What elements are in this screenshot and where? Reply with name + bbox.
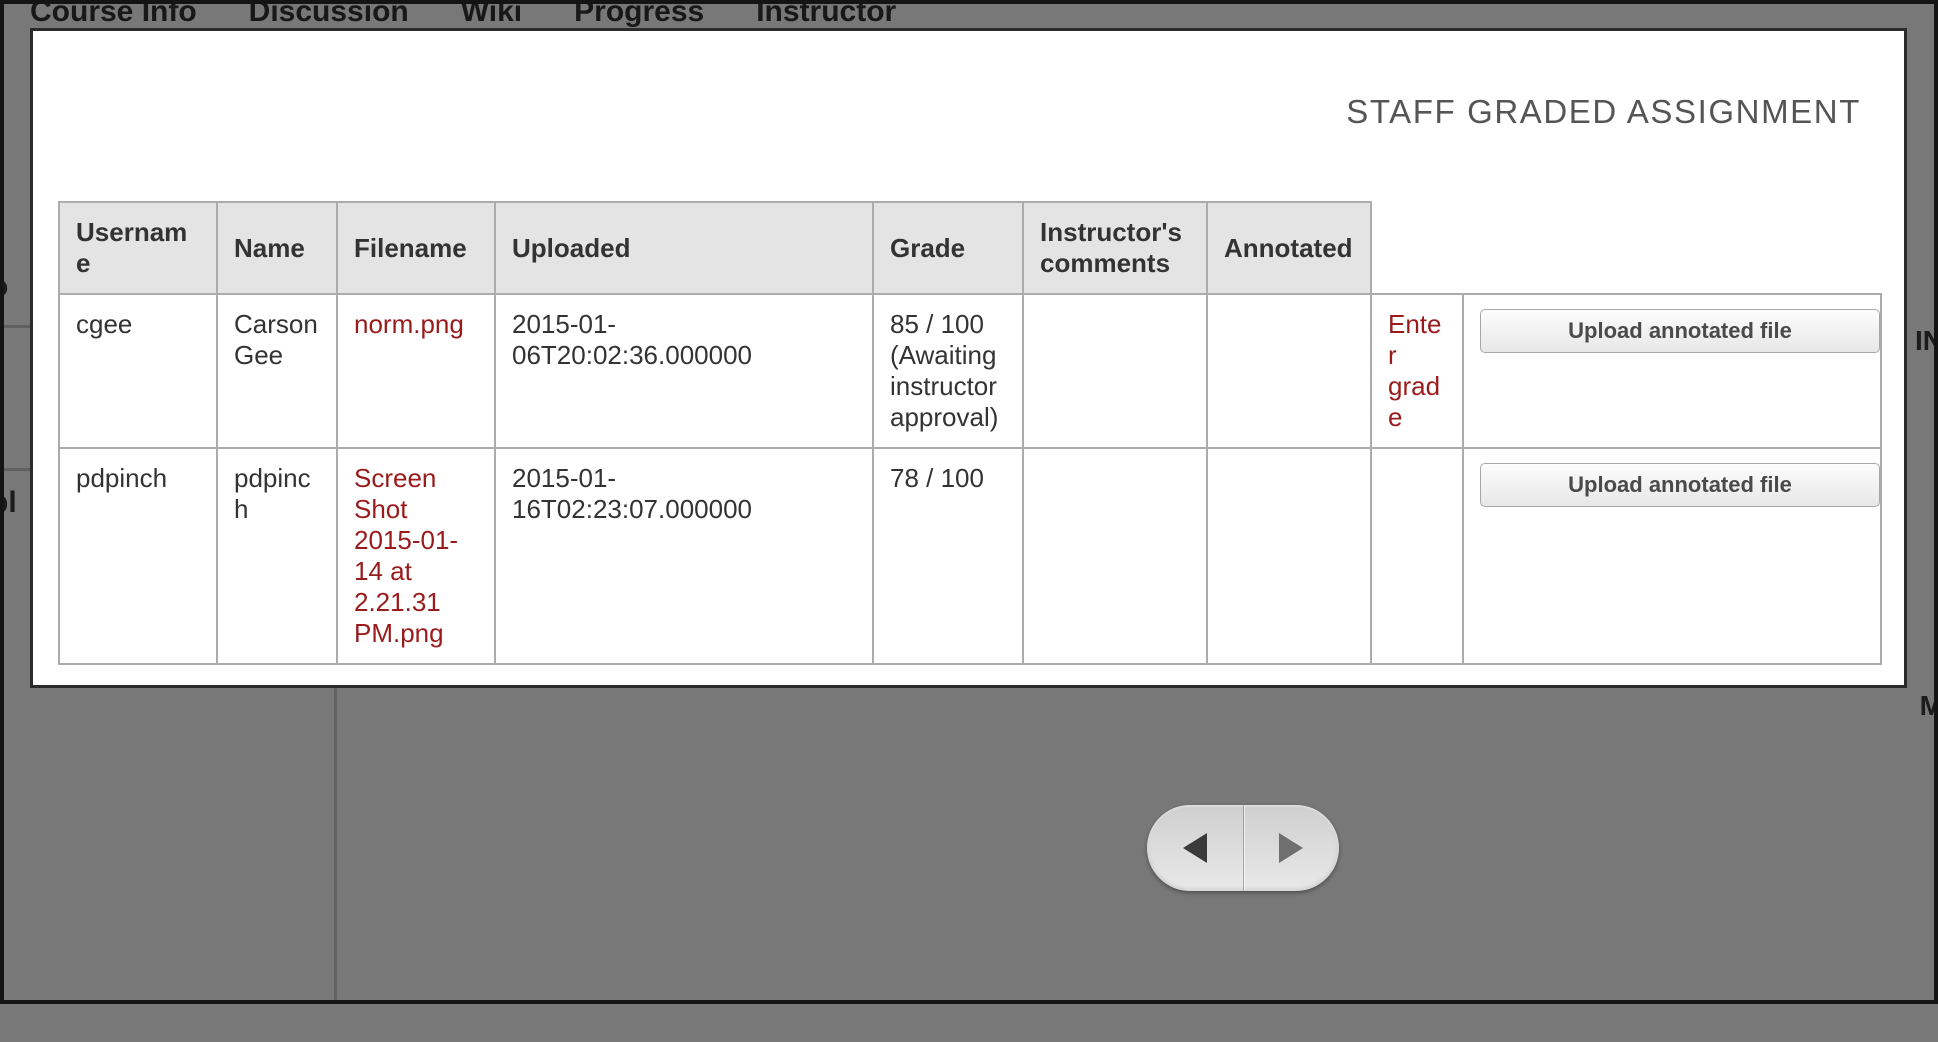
slide-nav — [1147, 805, 1339, 891]
col-comments: Instructor's comments — [1023, 202, 1207, 294]
col-grade: Grade — [873, 202, 1023, 294]
file-link[interactable]: Screen Shot 2015-01-14 at 2.21.31 PM.png — [354, 463, 458, 648]
next-button[interactable] — [1243, 805, 1340, 891]
cell-uploaded: 2015-01-16T02:23:07.000000 — [495, 448, 873, 664]
cell-upload: Upload annotated file — [1463, 294, 1881, 448]
upload-annotated-button[interactable]: Upload annotated file — [1480, 463, 1880, 507]
col-name: Name — [217, 202, 337, 294]
col-filename: Filename — [337, 202, 495, 294]
file-link[interactable]: norm.png — [354, 309, 464, 339]
cell-name: pdpinch — [217, 448, 337, 664]
staff-graded-modal: STAFF GRADED ASSIGNMENT Username Name Fi… — [30, 28, 1907, 688]
chevron-left-icon — [1183, 833, 1207, 863]
cell-username: pdpinch — [59, 448, 217, 664]
cell-uploaded: 2015-01-06T20:02:36.000000 — [495, 294, 873, 448]
col-uploaded: Uploaded — [495, 202, 873, 294]
cell-annotated — [1207, 294, 1371, 448]
cell-username: cgee — [59, 294, 217, 448]
cell-grade: 78 / 100 — [873, 448, 1023, 664]
col-annotated: Annotated — [1207, 202, 1371, 294]
cell-enter-grade: Enter grade — [1371, 294, 1463, 448]
cell-filename: Screen Shot 2015-01-14 at 2.21.31 PM.png — [337, 448, 495, 664]
table-row: pdpinch pdpinch Screen Shot 2015-01-14 a… — [59, 448, 1881, 664]
table-header-row: Username Name Filename Uploaded Grade In… — [59, 202, 1881, 294]
enter-grade-link[interactable]: Enter grade — [1388, 309, 1442, 432]
chevron-right-icon — [1279, 833, 1303, 863]
submissions-table: Username Name Filename Uploaded Grade In… — [58, 201, 1882, 665]
upload-annotated-button[interactable]: Upload annotated file — [1480, 309, 1880, 353]
cell-grade: 85 / 100 (Awaiting instructor approval) — [873, 294, 1023, 448]
col-actions-1 — [1371, 202, 1463, 294]
cell-enter-grade — [1371, 448, 1463, 664]
col-username: Username — [59, 202, 217, 294]
cell-annotated — [1207, 448, 1371, 664]
cell-comments — [1023, 448, 1207, 664]
cell-upload: Upload annotated file — [1463, 448, 1881, 664]
cell-filename: norm.png — [337, 294, 495, 448]
prev-button[interactable] — [1147, 805, 1243, 891]
cell-name: Carson Gee — [217, 294, 337, 448]
col-actions-2 — [1463, 202, 1881, 294]
cell-comments — [1023, 294, 1207, 448]
table-row: cgee Carson Gee norm.png 2015-01-06T20:0… — [59, 294, 1881, 448]
modal-title: STAFF GRADED ASSIGNMENT — [58, 93, 1879, 131]
